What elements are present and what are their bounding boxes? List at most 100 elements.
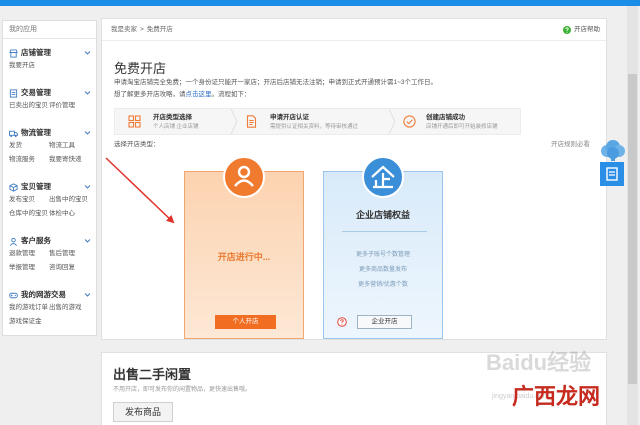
step-desc: 需提供认证相关资料，等待审核通过 [270, 124, 359, 130]
goods-icon [9, 182, 18, 192]
sidebar-link[interactable]: 举报管理 [9, 261, 49, 275]
step-2: 申请开店认证 需提供认证相关资料，等待审核通过 [230, 109, 392, 134]
sidebar-link[interactable]: 发货 [9, 139, 49, 153]
sidebar: 我的应用 店铺管理 我要开店 交易管理 已卖出的宝贝 评价管理 物流管理 发货 [2, 20, 97, 336]
personal-shop-card[interactable]: 开店进行中... 个人开店 [184, 156, 304, 339]
sidebar-section-logistics: 物流管理 发货 物流工具 物流服务 我要寄快递 [3, 119, 96, 173]
chevron-down-icon[interactable] [84, 289, 91, 301]
step-title: 开店类型选择 [153, 114, 192, 121]
sidebar-section-title: 宝贝管理 [21, 182, 51, 191]
sidebar-links: 我的游戏订单 出售的游戏 游戏保证金 [3, 301, 96, 329]
logistics-icon [9, 130, 18, 137]
sidebar-link[interactable]: 我要开店 [9, 59, 49, 73]
sidebar-link[interactable]: 物流服务 [9, 153, 49, 167]
step-1: 开店类型选择 个人店铺 企业店铺 [115, 109, 234, 134]
sidebar-title: 我的应用 [3, 21, 96, 39]
grid-icon [128, 115, 141, 128]
feedback-icon [606, 167, 618, 181]
secondhand-title: 出售二手闲置 [113, 367, 192, 382]
sidebar-section-header[interactable]: 交易管理 [3, 87, 96, 99]
enterprise-shop-card[interactable]: 企业店铺权益 更多子账号个数管理 更多商品数量发布 更多营销/优惠个数 企业开店 [323, 156, 443, 339]
rules-link[interactable]: 开店规则必看 [551, 140, 590, 150]
sidebar-link[interactable]: 退款管理 [9, 247, 49, 261]
sidebar-section-title: 店铺管理 [21, 48, 51, 57]
sidebar-links: 已卖出的宝贝 评价管理 [3, 99, 96, 113]
process-steps: 开店类型选择 个人店铺 企业店铺 申请开店认证 需提供认证相关资料，等待审核通过… [114, 108, 521, 135]
sidebar-link[interactable]: 评价管理 [49, 99, 95, 113]
divider [342, 231, 427, 232]
open-shop-panel: 我是卖家 > 免费开店 开店帮助 免费开店 申请淘宝店铺完全免费；一个身份证只能开一… [101, 18, 607, 340]
guide-prefix: 想了解更多开店攻略，请 [114, 91, 186, 98]
question-icon[interactable] [337, 317, 347, 327]
guide-link[interactable]: 点击这里 [186, 91, 212, 98]
document-icon [246, 115, 257, 128]
feedback-button[interactable] [600, 162, 624, 186]
check-circle-icon [403, 115, 416, 128]
sidebar-links: 发布宝贝 出售中的宝贝 仓库中的宝贝 体检中心 [3, 193, 96, 221]
sidebar-section-goods: 宝贝管理 发布宝贝 出售中的宝贝 仓库中的宝贝 体检中心 [3, 173, 96, 227]
step-3: 创建店铺成功 店铺开通后即可开始装修店铺 [388, 109, 522, 134]
step-desc: 个人店铺 企业店铺 [153, 124, 199, 130]
sidebar-section-title: 我的网游交易 [21, 290, 66, 299]
benefit-item: 更多营销/优惠个数 [358, 282, 408, 288]
sidebar-section-header[interactable]: 客户服务 [3, 235, 96, 247]
personal-shop-button[interactable]: 个人开店 [215, 315, 276, 329]
sidebar-link[interactable]: 出售的游戏 [49, 301, 95, 315]
help-icon[interactable] [563, 26, 571, 34]
enterprise-icon [362, 156, 404, 198]
guide-suffix: 。流程如下： [211, 91, 251, 98]
choose-type-label: 选择开店类型： [114, 141, 160, 148]
enterprise-shop-button[interactable]: 企业开店 [357, 315, 412, 329]
chevron-down-icon[interactable] [84, 127, 91, 139]
publish-item-button[interactable]: 发布商品 [113, 402, 173, 422]
sidebar-link[interactable]: 游戏保证金 [9, 315, 49, 329]
breadcrumb-separator: > [140, 26, 144, 33]
sidebar-link[interactable]: 咨询回复 [49, 261, 95, 275]
sidebar-link[interactable]: 体检中心 [49, 207, 95, 221]
open-shop-notice: 申请淘宝店铺完全免费；一个身份证只能开一家店；开店后店铺无法注销；申请到正式开通… [114, 79, 438, 86]
help-link[interactable]: 开店帮助 [574, 19, 600, 41]
sidebar-section-title: 物流管理 [21, 128, 51, 137]
chevron-down-icon[interactable] [84, 47, 91, 59]
sidebar-section-header[interactable]: 物流管理 [3, 127, 96, 139]
sidebar-section-game: 我的网游交易 我的游戏订单 出售的游戏 游戏保证金 [3, 281, 96, 335]
step-desc: 店铺开通后即可开始装修店铺 [426, 124, 498, 130]
customer-service-icon [9, 237, 18, 246]
breadcrumb-item-seller[interactable]: 我是卖家 [111, 26, 137, 33]
sidebar-section-trade: 交易管理 已卖出的宝贝 评价管理 [3, 79, 96, 119]
enterprise-benefits-title: 企业店铺权益 [355, 210, 410, 220]
step-divider [230, 109, 238, 134]
watermark-brand: Baidu经验 [486, 350, 592, 375]
game-icon [9, 292, 18, 298]
sidebar-section-header[interactable]: 店铺管理 [3, 47, 96, 59]
sidebar-section-customer-service: 客户服务 退款管理 售后管理 举报管理 咨询回复 [3, 227, 96, 281]
sidebar-link[interactable]: 出售中的宝贝 [49, 193, 95, 207]
sidebar-link[interactable]: 已卖出的宝贝 [9, 99, 49, 113]
guide-line: 想了解更多开店攻略，请点击这里。流程如下： [114, 90, 251, 100]
sidebar-link[interactable]: 物流工具 [49, 139, 95, 153]
scrollbar-thumb[interactable] [628, 74, 637, 384]
sidebar-section-shop: 店铺管理 我要开店 [3, 39, 96, 79]
step-divider [388, 109, 396, 134]
step-title: 申请开店认证 [270, 114, 309, 121]
sidebar-link[interactable]: 售后管理 [49, 247, 95, 261]
sidebar-link[interactable]: 仓库中的宝贝 [9, 207, 49, 221]
sidebar-section-header[interactable]: 我的网游交易 [3, 289, 96, 301]
cloud-icon[interactable] [599, 139, 627, 161]
sidebar-section-title: 客户服务 [21, 236, 51, 245]
sidebar-section-header[interactable]: 宝贝管理 [3, 181, 96, 193]
benefit-item: 更多商品数量发布 [358, 267, 407, 273]
secondhand-desc: 不用开店，即可发布你的闲置物品，更快速出售哦。 [113, 387, 252, 393]
chevron-down-icon[interactable] [84, 181, 91, 193]
sidebar-links: 发货 物流工具 物流服务 我要寄快递 [3, 139, 96, 167]
sidebar-link[interactable]: 发布宝贝 [9, 193, 49, 207]
sidebar-link[interactable]: 我的游戏订单 [9, 301, 49, 315]
chevron-down-icon[interactable] [84, 87, 91, 99]
shop-icon [9, 48, 18, 58]
step-title: 创建店铺成功 [426, 114, 465, 121]
chevron-down-icon[interactable] [84, 235, 91, 247]
benefit-item: 更多子账号个数管理 [355, 252, 410, 258]
top-bar [0, 0, 640, 6]
sidebar-link[interactable]: 我要寄快递 [49, 153, 95, 167]
trade-icon [9, 88, 18, 98]
